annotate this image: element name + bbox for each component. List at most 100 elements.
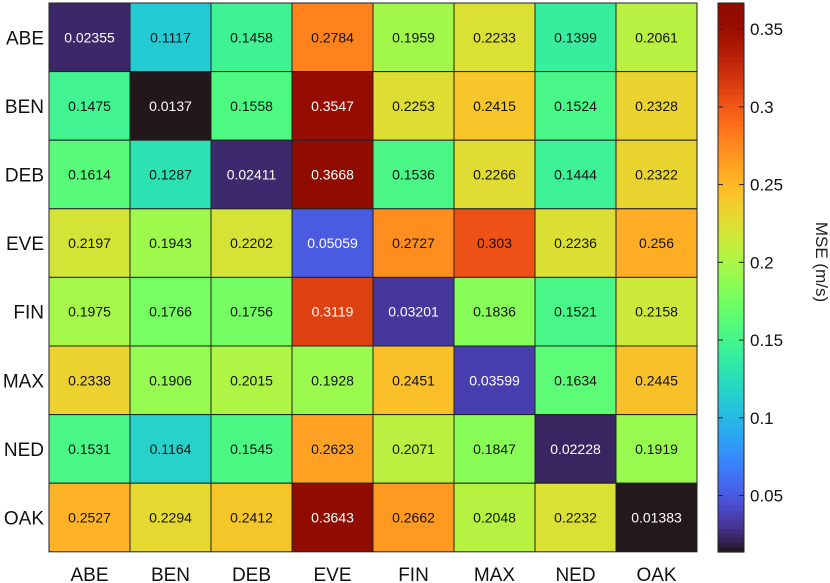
colorbar-segment — [718, 336, 744, 343]
colorbar-segment — [718, 542, 744, 549]
colorbar-segment — [718, 186, 744, 192]
cell-value-label: 0.1545 — [230, 441, 273, 457]
colorbar-segment — [718, 286, 744, 292]
colorbar-segment — [718, 71, 744, 77]
colorbar-segment — [718, 410, 744, 416]
colorbar-segment — [718, 469, 744, 475]
cell-value-label: 0.1756 — [230, 304, 273, 320]
colorbar-segment — [718, 355, 744, 361]
x-tick-label: MAX — [474, 565, 516, 583]
cell-value-label: 0.2048 — [473, 510, 516, 526]
colorbar-segment — [718, 158, 744, 164]
colorbar-segment — [718, 433, 744, 439]
colorbar-tick-label: 0.15 — [750, 331, 783, 350]
colorbar-segment — [718, 85, 744, 91]
x-tick-label: ABE — [70, 565, 108, 583]
colorbar-segment — [718, 204, 744, 210]
cell-value-label: 0.1475 — [68, 98, 111, 114]
colorbar-segment — [718, 176, 744, 183]
colorbar-segment — [718, 263, 744, 269]
colorbar-tick-label: 0.3 — [750, 98, 774, 117]
colorbar-segment — [718, 487, 744, 494]
colorbar-segment — [718, 515, 744, 521]
colorbar-segment — [718, 538, 744, 544]
colorbar-segment — [718, 30, 744, 36]
colorbar-segment — [718, 304, 744, 311]
colorbar-segment — [718, 478, 744, 484]
colorbar-segment — [718, 501, 744, 507]
cell-value-label: 0.2784 — [311, 29, 354, 45]
cell-value-label: 0.2412 — [230, 510, 273, 526]
cell-value-label: 0.01383 — [631, 510, 682, 526]
cell-value-label: 0.02228 — [550, 441, 601, 457]
cell-value-label: 0.2294 — [149, 510, 192, 526]
cell-value-label: 0.1847 — [473, 441, 516, 457]
colorbar-segment — [718, 446, 744, 452]
cell-value-label: 0.1458 — [230, 29, 273, 45]
colorbar-segment — [718, 405, 744, 411]
cell-value-label: 0.0137 — [149, 98, 192, 114]
colorbar-segment — [718, 25, 744, 32]
colorbar-segment — [718, 382, 744, 388]
colorbar-segment — [718, 437, 744, 443]
colorbar-segment — [718, 250, 744, 256]
colorbar-segment — [718, 236, 744, 242]
colorbar-segment — [718, 341, 744, 347]
cell-value-label: 0.2233 — [473, 29, 516, 45]
colorbar-segment — [718, 474, 744, 480]
y-tick-label: BEN — [5, 97, 44, 118]
x-tick-label: BEN — [151, 565, 190, 583]
cell-value-label: 0.1164 — [150, 441, 192, 457]
cell-value-label: 0.1634 — [554, 372, 597, 388]
cell-value-label: 0.2232 — [554, 510, 597, 526]
x-tick-label: NED — [555, 565, 595, 583]
colorbar-tick-label: 0.2 — [750, 253, 774, 272]
cell-value-label: 0.2253 — [392, 98, 435, 114]
cell-value-label: 0.2445 — [635, 372, 678, 388]
colorbar-segment — [718, 44, 744, 50]
colorbar-segment — [718, 396, 744, 402]
colorbar-segment — [718, 350, 744, 356]
colorbar-segment — [718, 67, 744, 73]
colorbar-segment — [718, 346, 744, 352]
colorbar-segment — [718, 359, 744, 366]
colorbar-segment — [718, 272, 744, 279]
cell-value-label: 0.2338 — [68, 372, 111, 388]
colorbar-segment — [718, 387, 744, 393]
colorbar-tick-label: 0.05 — [750, 487, 783, 506]
colorbar-segment — [718, 126, 744, 132]
cell-value-label: 0.2662 — [392, 510, 435, 526]
colorbar-segment — [718, 401, 744, 407]
cell-value-label: 0.3668 — [311, 167, 354, 183]
colorbar-segment — [718, 369, 744, 375]
x-tick-label: EVE — [313, 565, 351, 583]
colorbar-segment — [718, 318, 744, 324]
cell-value-label: 0.2322 — [635, 167, 678, 183]
colorbar-segment — [718, 208, 744, 215]
colorbar-segment — [718, 7, 744, 13]
cell-value-label: 0.1524 — [554, 98, 597, 114]
colorbar-segment — [718, 163, 744, 169]
cell-value-label: 0.1928 — [311, 372, 354, 388]
colorbar-segment — [718, 190, 744, 196]
colorbar-segment — [718, 153, 744, 160]
cell-value-label: 0.1558 — [230, 98, 273, 114]
colorbar-segment — [718, 442, 744, 448]
colorbar-segment — [718, 460, 744, 466]
cell-value-label: 0.2236 — [554, 235, 597, 251]
colorbar-segment — [718, 76, 744, 82]
y-tick-label: ABE — [6, 28, 44, 49]
colorbar-segment — [718, 254, 744, 260]
colorbar-tick-label: 0.25 — [750, 176, 783, 195]
colorbar-segment — [718, 300, 744, 306]
heatmap-chart: 0.02355 0.1117 0.1458 0.2784 0.1959 0.2233 0.1… — [3, 2, 830, 583]
colorbar-segment — [718, 259, 744, 265]
colorbar-segment — [718, 16, 744, 22]
colorbar-segment — [718, 62, 744, 68]
heatmap-cells — [48, 2, 698, 553]
cell-value-label: 0.303 — [477, 235, 512, 251]
colorbar-segment — [718, 524, 744, 530]
colorbar-segment — [718, 21, 744, 27]
colorbar-segment — [718, 268, 744, 274]
cell-value-label: 0.3119 — [312, 304, 354, 320]
